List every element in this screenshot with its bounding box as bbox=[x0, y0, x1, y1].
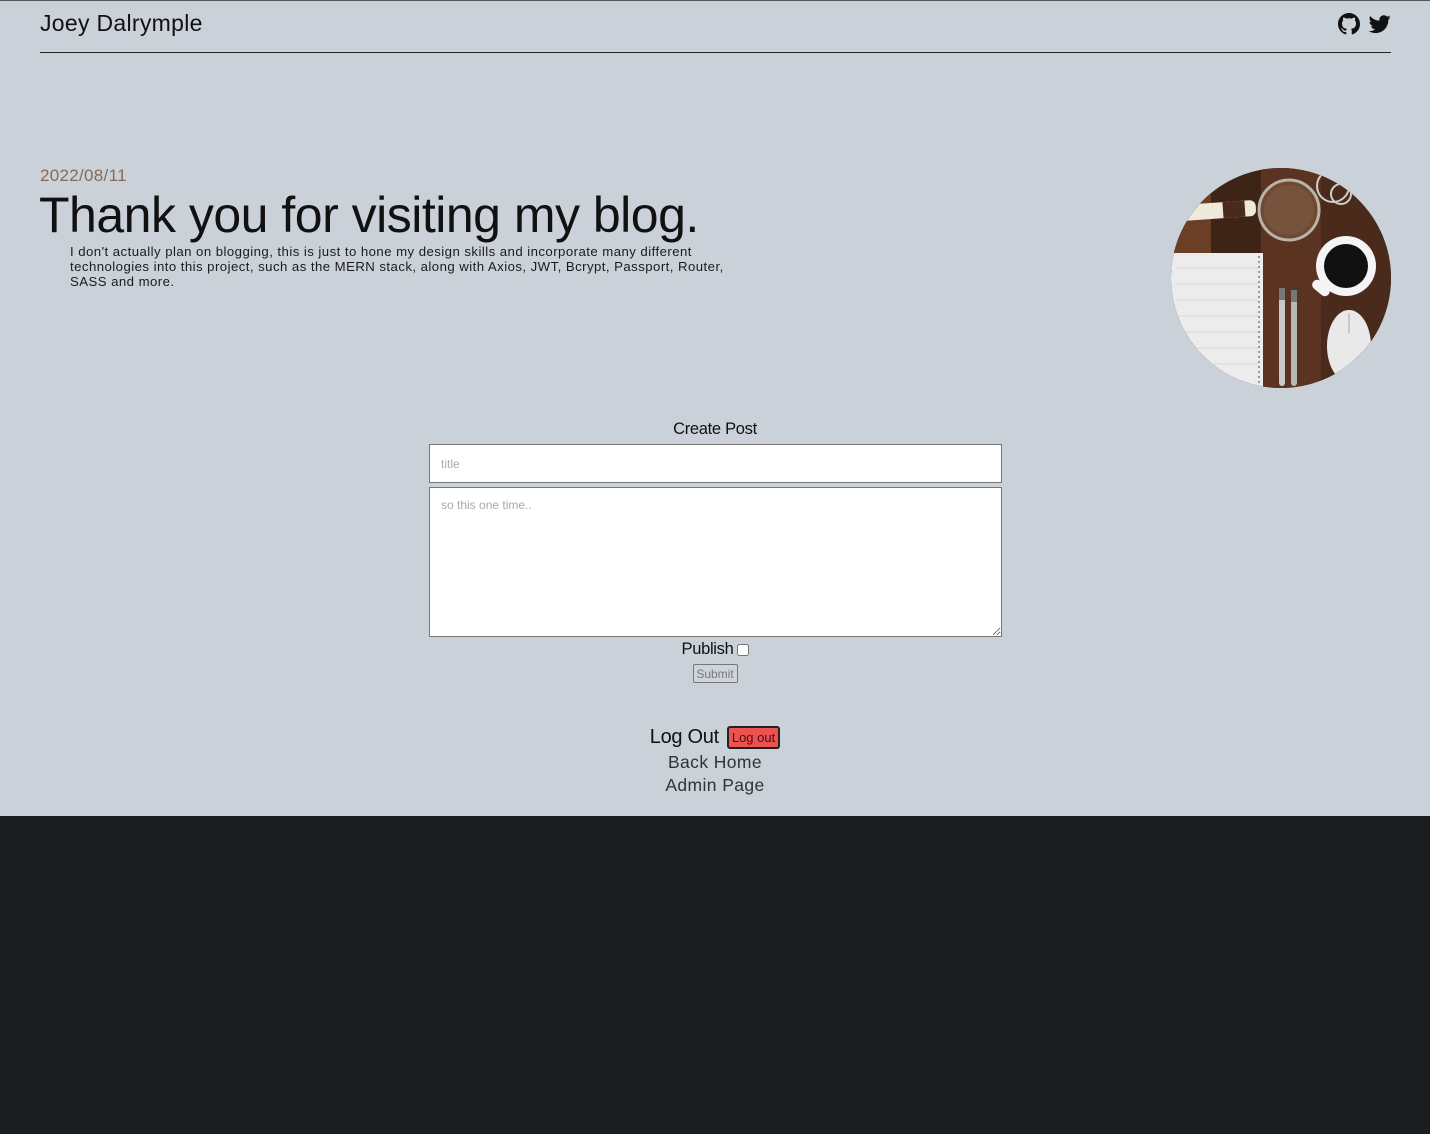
site-header: Joey Dalrymple bbox=[40, 0, 1391, 53]
footer bbox=[0, 816, 1430, 1134]
main-content: Joey Dalrymple 2022/08/11 Thank you for … bbox=[0, 0, 1430, 816]
intro-text: I don't actually plan on blogging, this … bbox=[70, 244, 724, 289]
submit-row: Submit bbox=[0, 664, 1430, 683]
desk-photo bbox=[1171, 168, 1391, 388]
logout-row: Log Out Log out bbox=[0, 726, 1430, 749]
page-title: Thank you for visiting my blog. bbox=[39, 187, 699, 243]
publish-row: Publish bbox=[0, 640, 1430, 659]
admin-page-link[interactable]: Admin Page bbox=[0, 775, 1430, 796]
top-border bbox=[0, 0, 1430, 1]
submit-button[interactable]: Submit bbox=[692, 664, 738, 683]
logout-button[interactable]: Log out bbox=[726, 726, 781, 749]
publish-label: Publish bbox=[681, 640, 734, 658]
twitter-icon[interactable] bbox=[1368, 13, 1391, 35]
post-date: 2022/08/11 bbox=[40, 166, 127, 185]
github-icon[interactable] bbox=[1338, 13, 1360, 35]
create-post-heading: Create Post bbox=[673, 420, 757, 438]
back-home-link[interactable]: Back Home bbox=[0, 752, 1430, 773]
site-name[interactable]: Joey Dalrymple bbox=[40, 10, 203, 37]
social-links bbox=[1338, 13, 1391, 35]
post-body-textarea[interactable] bbox=[429, 487, 1002, 637]
logout-label: Log Out bbox=[649, 726, 719, 748]
publish-checkbox[interactable] bbox=[736, 643, 749, 656]
post-title-input[interactable] bbox=[429, 444, 1002, 483]
